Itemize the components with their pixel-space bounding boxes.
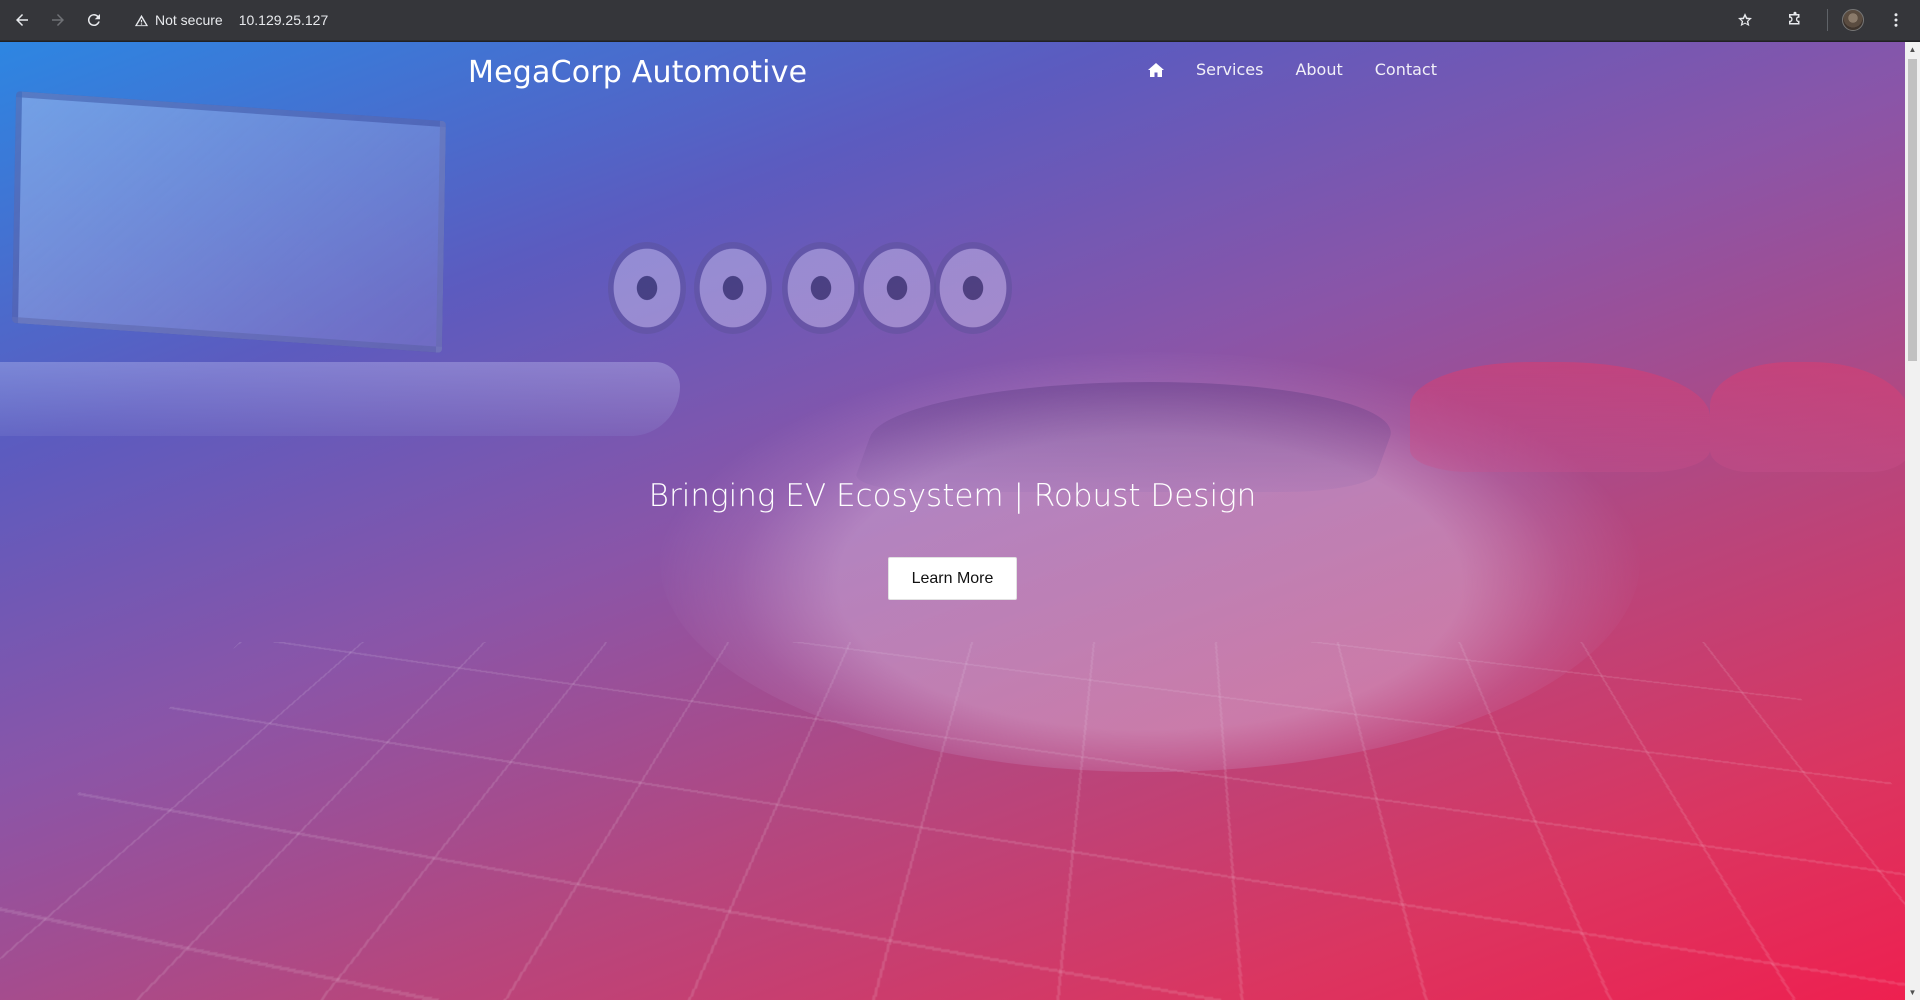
- background-wheel: [858, 242, 936, 334]
- reload-button[interactable]: [76, 2, 112, 38]
- learn-more-button[interactable]: Learn More: [888, 557, 1017, 600]
- extensions-button[interactable]: [1777, 2, 1813, 38]
- background-wheel: [608, 242, 686, 334]
- reload-icon: [87, 14, 100, 27]
- background-car: [660, 352, 1640, 772]
- background-floor-grid: [0, 642, 1905, 1000]
- hero-title: Bringing EV Ecosystem | Robust Design: [648, 478, 1257, 514]
- nav-link-about[interactable]: About: [1295, 60, 1342, 79]
- nav-link-contact[interactable]: Contact: [1375, 60, 1437, 79]
- background-car-glass: [849, 382, 1411, 492]
- background-wheel: [694, 242, 772, 334]
- scroll-up-arrow-icon[interactable]: ▲: [1905, 42, 1920, 57]
- background-wheel: [782, 242, 860, 334]
- site-brand[interactable]: MegaCorp Automotive: [468, 55, 807, 90]
- forward-button[interactable]: [40, 2, 76, 38]
- address-bar[interactable]: Not secure 10.129.25.127: [130, 4, 340, 36]
- scrollbar-thumb[interactable]: [1908, 59, 1917, 361]
- background-display-screen: [12, 91, 446, 353]
- url-text[interactable]: 10.129.25.127: [239, 12, 329, 28]
- nav-link-services[interactable]: Services: [1196, 60, 1263, 79]
- nav-links: Services About Contact: [1147, 60, 1437, 79]
- page-scrollbar[interactable]: ▲ ▼: [1905, 42, 1920, 1000]
- scroll-down-arrow-icon[interactable]: ▼: [1905, 985, 1920, 1000]
- star-icon: [1738, 13, 1752, 27]
- arrow-left-icon: [16, 14, 28, 26]
- site-navbar: MegaCorp Automotive Services About Conta…: [0, 42, 1905, 102]
- security-label: Not secure: [155, 12, 223, 28]
- security-indicator[interactable]: Not secure: [134, 12, 223, 28]
- nav-home-link[interactable]: [1147, 62, 1164, 77]
- background-wheel: [934, 242, 1012, 334]
- background-counter: [0, 362, 680, 436]
- arrow-right-icon: [52, 14, 64, 26]
- bookmark-button[interactable]: [1727, 2, 1763, 38]
- warning-icon: [134, 14, 149, 26]
- toolbar-separator: [1827, 9, 1828, 31]
- background-red-car: [1410, 362, 1710, 472]
- kebab-menu-icon: [1894, 13, 1898, 27]
- browser-toolbar: Not secure 10.129.25.127: [0, 0, 1920, 41]
- background-red-car: [1710, 362, 1905, 472]
- hero-section: MegaCorp Automotive Services About Conta…: [0, 42, 1905, 1000]
- puzzle-icon: [1789, 11, 1800, 25]
- back-button[interactable]: [4, 2, 40, 38]
- home-icon: [1147, 62, 1164, 77]
- menu-button[interactable]: [1878, 2, 1914, 38]
- profile-avatar[interactable]: [1842, 9, 1864, 31]
